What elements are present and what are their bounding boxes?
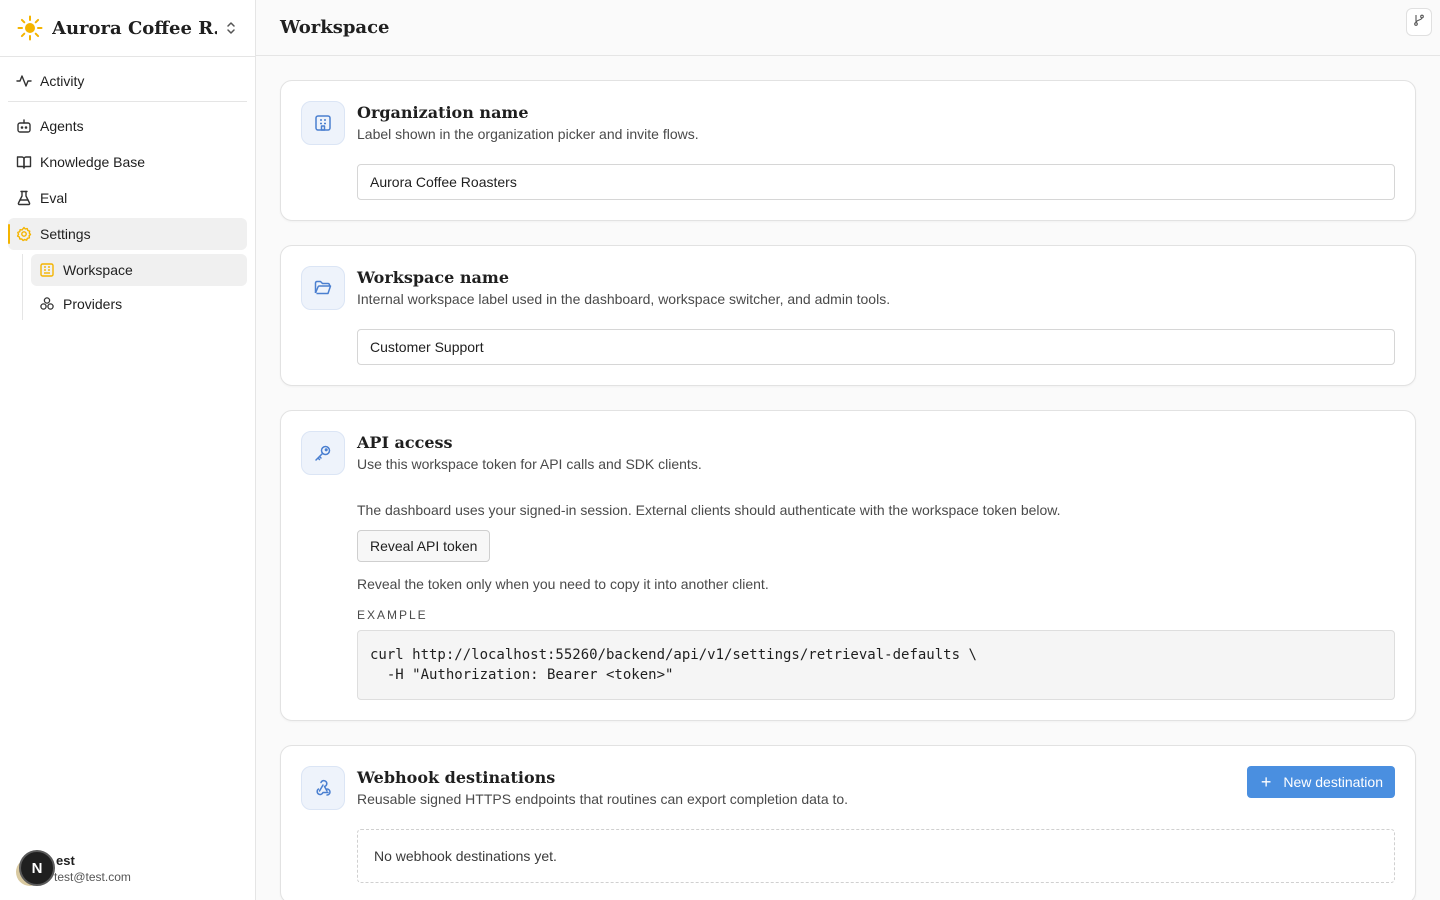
user-initial: N xyxy=(19,850,55,886)
card-title: Workspace name xyxy=(357,268,510,287)
user-name: est xyxy=(56,853,75,868)
example-code-block: curl http://localhost:55260/backend/api/… xyxy=(357,630,1395,700)
org-name-input[interactable]: Aurora Coffee Roasters xyxy=(357,164,1395,200)
card-title: Organization name xyxy=(357,103,529,122)
org-name-card: Organization name Label shown in the org… xyxy=(280,80,1416,221)
token-hint: Reveal the token only when you need to c… xyxy=(357,576,769,592)
card-description: Reusable signed HTTPS endpoints that rou… xyxy=(357,791,849,807)
new-destination-button[interactable]: + New destination xyxy=(1246,766,1395,798)
sidebar-item-agents[interactable]: Agents xyxy=(8,110,247,142)
api-access-card: API access Use this workspace token for … xyxy=(280,410,1416,721)
building-icon xyxy=(301,101,345,145)
nav-divider xyxy=(8,101,247,102)
workspace-name-input[interactable]: Customer Support xyxy=(357,329,1395,365)
book-open-icon xyxy=(16,154,32,170)
gear-icon xyxy=(16,226,32,242)
org-switcher[interactable]: Aurora Coffee R... xyxy=(0,0,255,57)
topbar: Workspace xyxy=(256,0,1440,56)
sidebar-item-label: Knowledge Base xyxy=(40,154,146,170)
user-email: test@test.com xyxy=(54,870,131,884)
reveal-api-token-button[interactable]: Reveal API token xyxy=(357,530,491,562)
sidebar-item-label: Providers xyxy=(63,296,123,312)
session-note: The dashboard uses your signed-in sessio… xyxy=(357,502,1061,518)
branch-button[interactable] xyxy=(1406,8,1432,36)
user-info: est test@test.com xyxy=(54,853,131,885)
activity-icon xyxy=(16,73,32,89)
sidebar-item-providers[interactable]: Providers xyxy=(31,288,247,320)
card-title: Webhook destinations xyxy=(357,768,556,787)
chevron-updown-icon[interactable] xyxy=(223,20,239,36)
building-icon xyxy=(39,262,55,278)
sidebar-item-eval[interactable]: Eval xyxy=(8,182,247,214)
settings-subnav: Workspace Providers xyxy=(22,254,247,320)
user-menu[interactable]: N est test@test.com xyxy=(16,850,131,888)
sidebar-item-settings[interactable]: Settings xyxy=(8,218,247,250)
plus-icon: + xyxy=(1260,771,1272,792)
settings-content: Organization name Label shown in the org… xyxy=(256,56,1440,900)
card-description: Label shown in the organization picker a… xyxy=(357,126,699,142)
sidebar-item-label: Eval xyxy=(40,190,68,206)
page-title: Workspace xyxy=(280,17,390,38)
providers-icon xyxy=(39,296,55,312)
flask-icon xyxy=(16,190,32,206)
sun-logo-icon xyxy=(16,14,44,42)
card-title: API access xyxy=(357,433,453,452)
sidebar-item-label: Agents xyxy=(40,118,84,134)
folder-open-icon xyxy=(301,266,345,310)
sidebar: Aurora Coffee R... Activity Agents Knowl… xyxy=(0,0,256,900)
sidebar-item-knowledge-base[interactable]: Knowledge Base xyxy=(8,146,247,178)
example-label: EXAMPLE xyxy=(357,608,428,622)
sidebar-nav: Activity Agents Knowledge Base Eval Sett… xyxy=(0,57,255,330)
workspace-name-card: Workspace name Internal workspace label … xyxy=(280,245,1416,386)
sidebar-item-label: Activity xyxy=(40,73,85,89)
key-icon xyxy=(301,431,345,475)
sidebar-item-label: Workspace xyxy=(63,262,133,278)
main-area: Workspace Organization name Label shown … xyxy=(256,0,1440,900)
new-destination-label: New destination xyxy=(1283,774,1383,790)
sidebar-item-workspace[interactable]: Workspace xyxy=(31,254,247,286)
card-description: Internal workspace label used in the das… xyxy=(357,291,891,307)
sidebar-item-label: Settings xyxy=(40,226,91,242)
org-name: Aurora Coffee R... xyxy=(52,17,217,39)
git-branch-icon xyxy=(1413,13,1425,31)
webhook-empty-state: No webhook destinations yet. xyxy=(357,829,1395,883)
sidebar-item-activity[interactable]: Activity xyxy=(8,65,247,97)
webhook-card: + New destination Webhook destinations R… xyxy=(280,745,1416,900)
bot-icon xyxy=(16,118,32,134)
avatar: N xyxy=(16,850,55,888)
webhook-icon xyxy=(301,766,345,810)
card-description: Use this workspace token for API calls a… xyxy=(357,456,702,472)
